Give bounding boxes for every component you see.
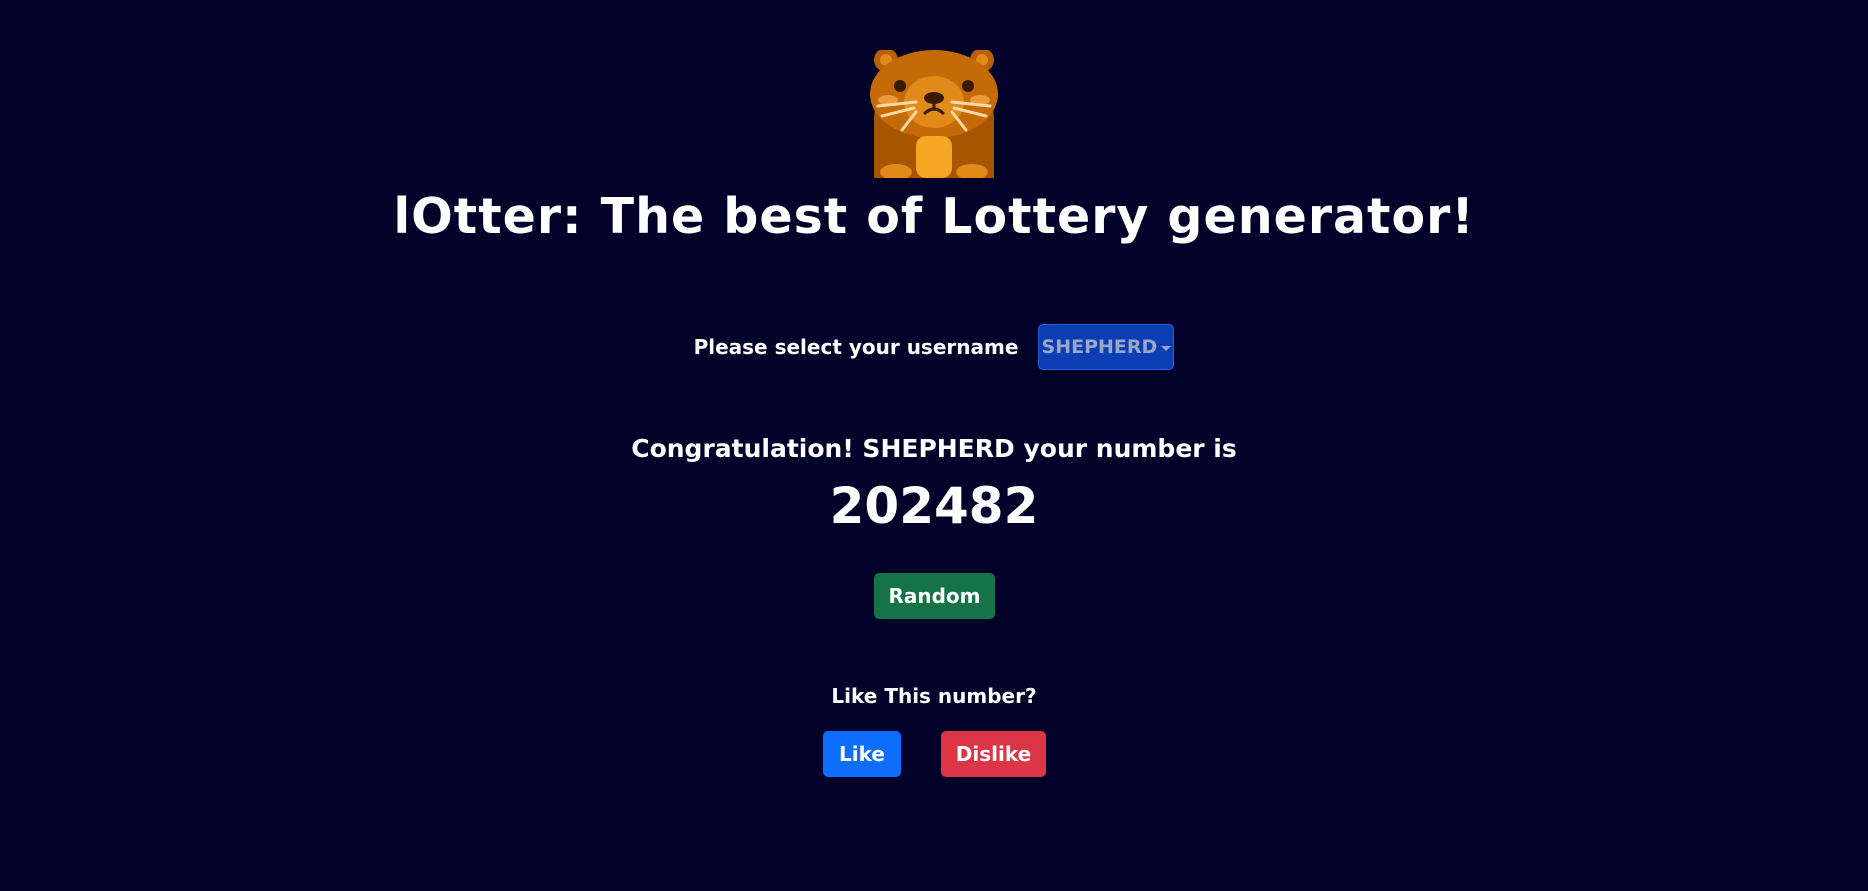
dislike-button[interactable]: Dislike	[941, 731, 1046, 777]
lottery-number: 202482	[829, 477, 1039, 535]
page: lOtter: The best of Lottery generator! P…	[0, 0, 1868, 891]
random-button[interactable]: Random	[874, 573, 995, 619]
otter-icon	[868, 48, 1000, 180]
like-button[interactable]: Like	[823, 731, 901, 777]
username-select-row: Please select your username SHEPHERD	[0, 324, 1868, 370]
congratulation-message: Congratulation! SHEPHERD your number is	[631, 434, 1237, 463]
like-question: Like This number?	[831, 684, 1037, 708]
username-dropdown[interactable]: SHEPHERD	[1038, 324, 1175, 370]
chevron-down-icon	[1161, 345, 1172, 351]
username-selected-value: SHEPHERD	[1041, 336, 1158, 358]
page-title: lOtter: The best of Lottery generator!	[393, 188, 1475, 245]
username-label: Please select your username	[693, 335, 1019, 359]
